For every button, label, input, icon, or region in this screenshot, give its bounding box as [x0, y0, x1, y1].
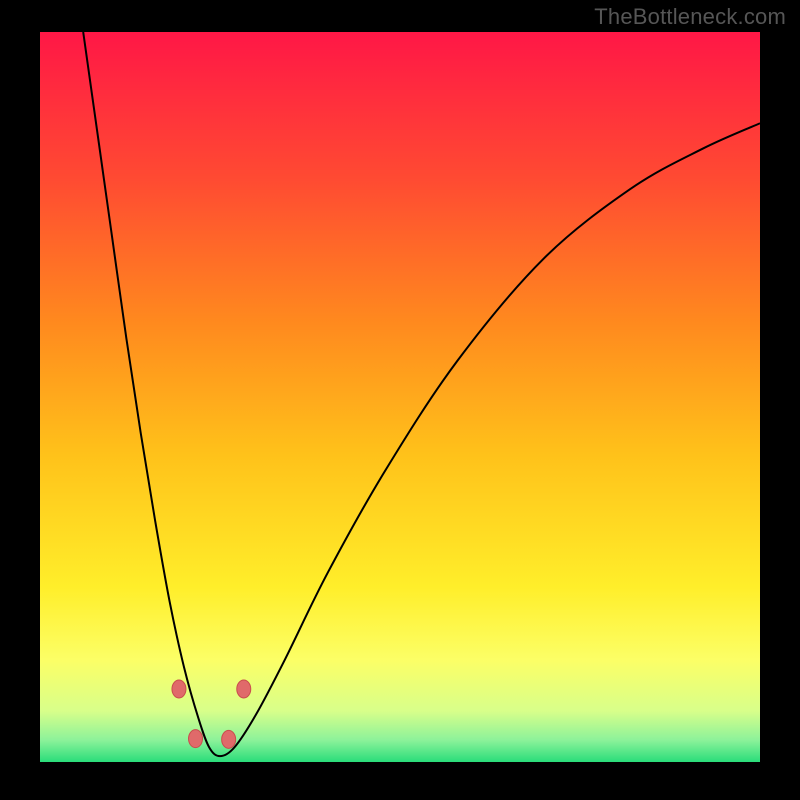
curve-marker	[189, 730, 203, 748]
curve-marker	[172, 680, 186, 698]
chart-stage: TheBottleneck.com	[0, 0, 800, 800]
bottleneck-chart	[0, 0, 800, 800]
curve-marker	[222, 730, 236, 748]
curve-marker	[237, 680, 251, 698]
plot-background	[40, 32, 760, 762]
watermark-text: TheBottleneck.com	[594, 4, 786, 30]
